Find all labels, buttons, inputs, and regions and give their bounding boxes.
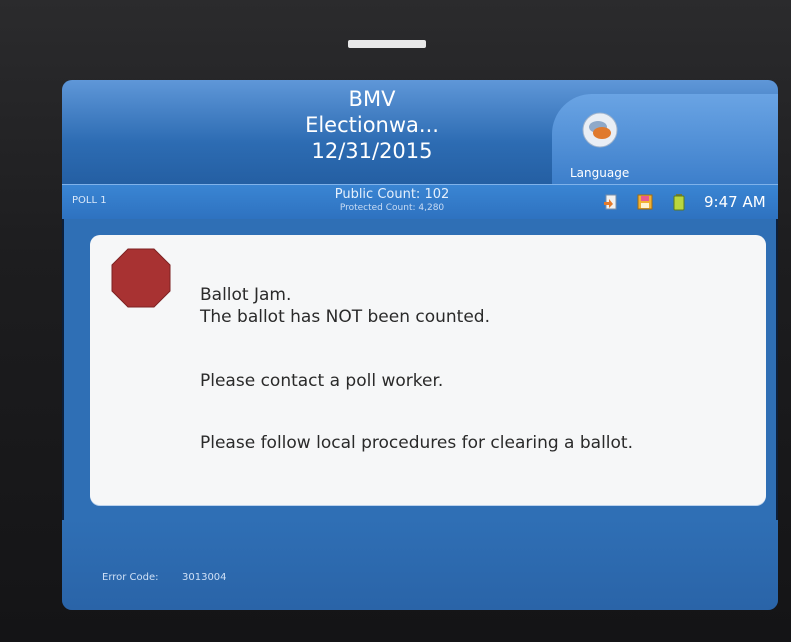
clock: 9:47 AM <box>704 193 766 211</box>
header-title-line: Electionwa... <box>305 113 439 137</box>
poll-label: POLL 1 <box>72 195 107 206</box>
header: BMV Electionwa... 12/31/2015 Language <box>62 80 778 184</box>
status-bar: POLL 1 Public Count: 102 Protected Count… <box>62 184 778 219</box>
battery-icon <box>673 194 685 211</box>
header-title: BMV Electionwa... 12/31/2015 <box>222 86 522 164</box>
status-icons: 9:47 AM <box>602 191 766 213</box>
error-code-label: Error Code: <box>102 572 159 583</box>
screen: BMV Electionwa... 12/31/2015 Language PO… <box>62 80 778 610</box>
header-title-line: BMV <box>348 87 396 111</box>
public-count: Public Count: 102 <box>334 187 450 202</box>
document-icon <box>604 194 617 210</box>
language-button[interactable]: Language <box>552 94 778 184</box>
message-line: Ballot Jam. <box>200 285 292 305</box>
header-date: 12/31/2015 <box>311 139 433 163</box>
error-code-value: 3013004 <box>182 572 227 583</box>
bezel-slot <box>348 40 426 48</box>
device-frame: BMV Electionwa... 12/31/2015 Language PO… <box>0 0 791 642</box>
floppy-disk-icon <box>637 194 653 210</box>
stop-sign-icon <box>111 248 171 308</box>
language-label: Language <box>570 166 630 180</box>
counts: Public Count: 102 Protected Count: 4,280 <box>282 187 502 214</box>
message-line: Please follow local procedures for clear… <box>200 433 633 453</box>
message-line: Please contact a poll worker. <box>200 371 444 391</box>
message-line: The ballot has NOT been counted. <box>200 307 490 327</box>
footer: Error Code: 3013004 <box>62 520 778 610</box>
protected-count: Protected Count: 4,280 <box>339 203 445 213</box>
message-panel: Ballot Jam. The ballot has NOT been coun… <box>90 235 766 505</box>
speech-bubbles-icon <box>582 112 618 148</box>
